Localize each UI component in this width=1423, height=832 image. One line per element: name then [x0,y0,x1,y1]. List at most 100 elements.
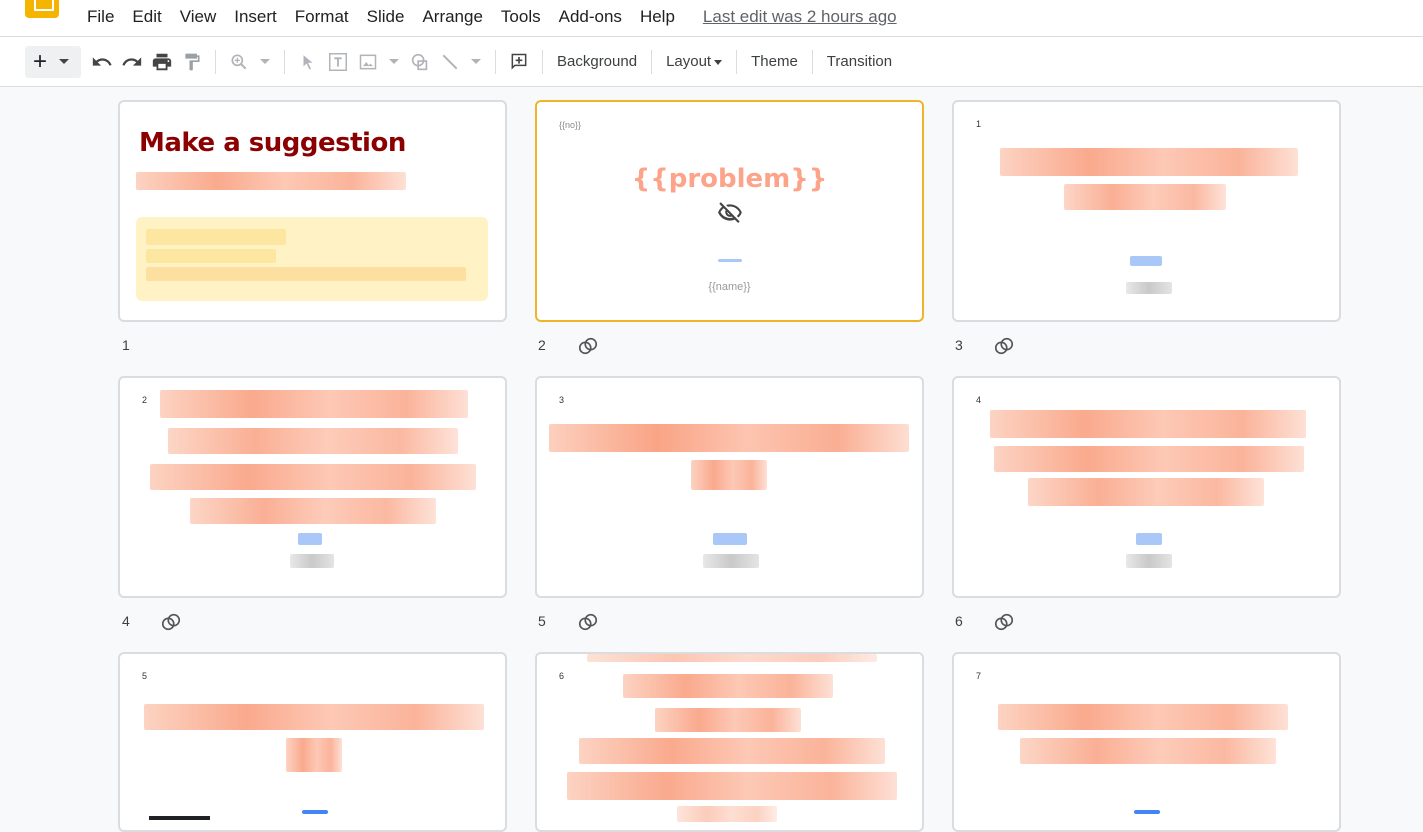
name-field: {{name}} [708,281,751,293]
zoom-icon[interactable] [224,47,254,77]
redacted-text [168,428,458,454]
toolbar: + Background Layout Theme Transition [0,37,1423,87]
slide-thumbnail[interactable]: 5 [118,652,507,832]
linked-slide-icon[interactable] [160,611,182,633]
accent-line [1130,256,1162,266]
menu-help[interactable]: Help [640,7,675,27]
redacted-text [146,267,466,281]
menu-format[interactable]: Format [295,7,349,27]
redacted-text [1126,554,1172,568]
line-chevron-icon[interactable] [471,59,481,64]
theme-button[interactable]: Theme [745,53,804,70]
toolbar-divider [284,49,285,74]
menu-bar: File Edit View Insert Format Slide Arran… [0,0,1423,37]
redacted-text [587,654,877,662]
text-box-icon[interactable] [323,47,353,77]
slide-small-number: 7 [976,671,982,681]
menu-arrange[interactable]: Arrange [422,7,482,27]
toolbar-divider [811,49,813,74]
paint-format-icon[interactable] [177,47,207,77]
linked-slide-icon[interactable] [993,611,1015,633]
menu-edit[interactable]: Edit [132,7,161,27]
undo-icon[interactable] [87,47,117,77]
toolbar-divider [542,49,543,74]
chevron-down-icon[interactable] [59,59,70,64]
slides-logo-icon[interactable] [25,0,59,18]
redacted-text [160,390,468,418]
slide-thumbnail[interactable]: Make a suggestion [118,100,507,322]
eye-off-icon[interactable] [715,200,745,231]
redacted-callout [136,217,488,301]
menu-slide[interactable]: Slide [367,7,405,27]
slide-number: 5 [538,613,546,629]
redacted-text [1064,184,1226,210]
menu-addons[interactable]: Add-ons [559,7,622,27]
slide-number: 2 [538,337,546,353]
slide-thumbnail[interactable]: 1 [952,100,1341,322]
slide-title: Make a suggestion [139,128,406,158]
redo-icon[interactable] [117,47,147,77]
slide-thumbnail[interactable]: 7 [952,652,1341,832]
slide-thumbnail[interactable]: 3 [535,376,924,598]
chevron-down-icon [714,59,723,65]
slide-number: 3 [955,337,963,353]
redacted-text [703,554,759,568]
accent-line [298,533,322,545]
menu-insert[interactable]: Insert [234,7,277,27]
line-icon[interactable] [435,47,465,77]
menu-tools[interactable]: Tools [501,7,541,27]
linked-slide-icon[interactable] [577,335,599,357]
redacted-text [146,249,276,263]
image-chevron-icon[interactable] [389,59,399,64]
redacted-text [691,460,767,490]
redacted-text [286,738,342,772]
layout-label: Layout [666,53,712,70]
redacted-text [567,772,897,800]
transition-button[interactable]: Transition [821,53,898,70]
zoom-chevron-icon[interactable] [260,59,270,64]
problem-field: {{problem}} [631,164,828,194]
layout-button[interactable]: Layout [660,53,728,70]
accent-line [302,810,328,814]
accent-line [1136,533,1162,545]
toolbar-divider [215,49,216,74]
redacted-text [1020,738,1276,764]
slide-thumbnail[interactable]: 2 [118,376,507,598]
redacted-text [655,708,801,732]
redacted-text [150,464,476,490]
slide-small-number: 2 [142,395,148,405]
new-slide-button[interactable]: + [25,45,81,78]
print-icon[interactable] [147,47,177,77]
redacted-text [146,229,286,245]
slide-number: 4 [122,613,130,629]
toolbar-divider [736,49,738,74]
toolbar-divider [651,49,653,74]
slide-thumbnail[interactable]: 4 [952,376,1341,598]
plus-icon: + [33,47,48,75]
redacted-text [623,674,833,698]
redacted-text [994,446,1304,472]
slide-small-number: 1 [976,119,982,129]
menu-file[interactable]: File [87,7,114,27]
redacted-text [549,424,909,452]
menu-view[interactable]: View [180,7,217,27]
slide-small-number: 6 [559,671,565,681]
redacted-text [1028,478,1264,506]
linked-slide-icon[interactable] [577,611,599,633]
slide-thumbnail-selected[interactable]: {{no}} {{problem}} {{name}} [535,100,924,322]
linked-slide-icon[interactable] [993,335,1015,357]
select-pointer-icon[interactable] [293,47,323,77]
redacted-text [136,172,406,190]
background-button[interactable]: Background [551,53,643,70]
redacted-text [290,554,334,568]
add-comment-icon[interactable] [504,47,534,77]
toolbar-divider [495,49,496,74]
slide-small-number: 3 [559,395,565,405]
slide-thumbnail[interactable]: 6 [535,652,924,832]
redacted-text [990,410,1306,438]
shape-icon[interactable] [405,47,435,77]
accent-line [713,533,747,545]
last-edit-link[interactable]: Last edit was 2 hours ago [703,7,897,27]
image-icon[interactable] [353,47,383,77]
slide-number: 1 [122,337,130,353]
